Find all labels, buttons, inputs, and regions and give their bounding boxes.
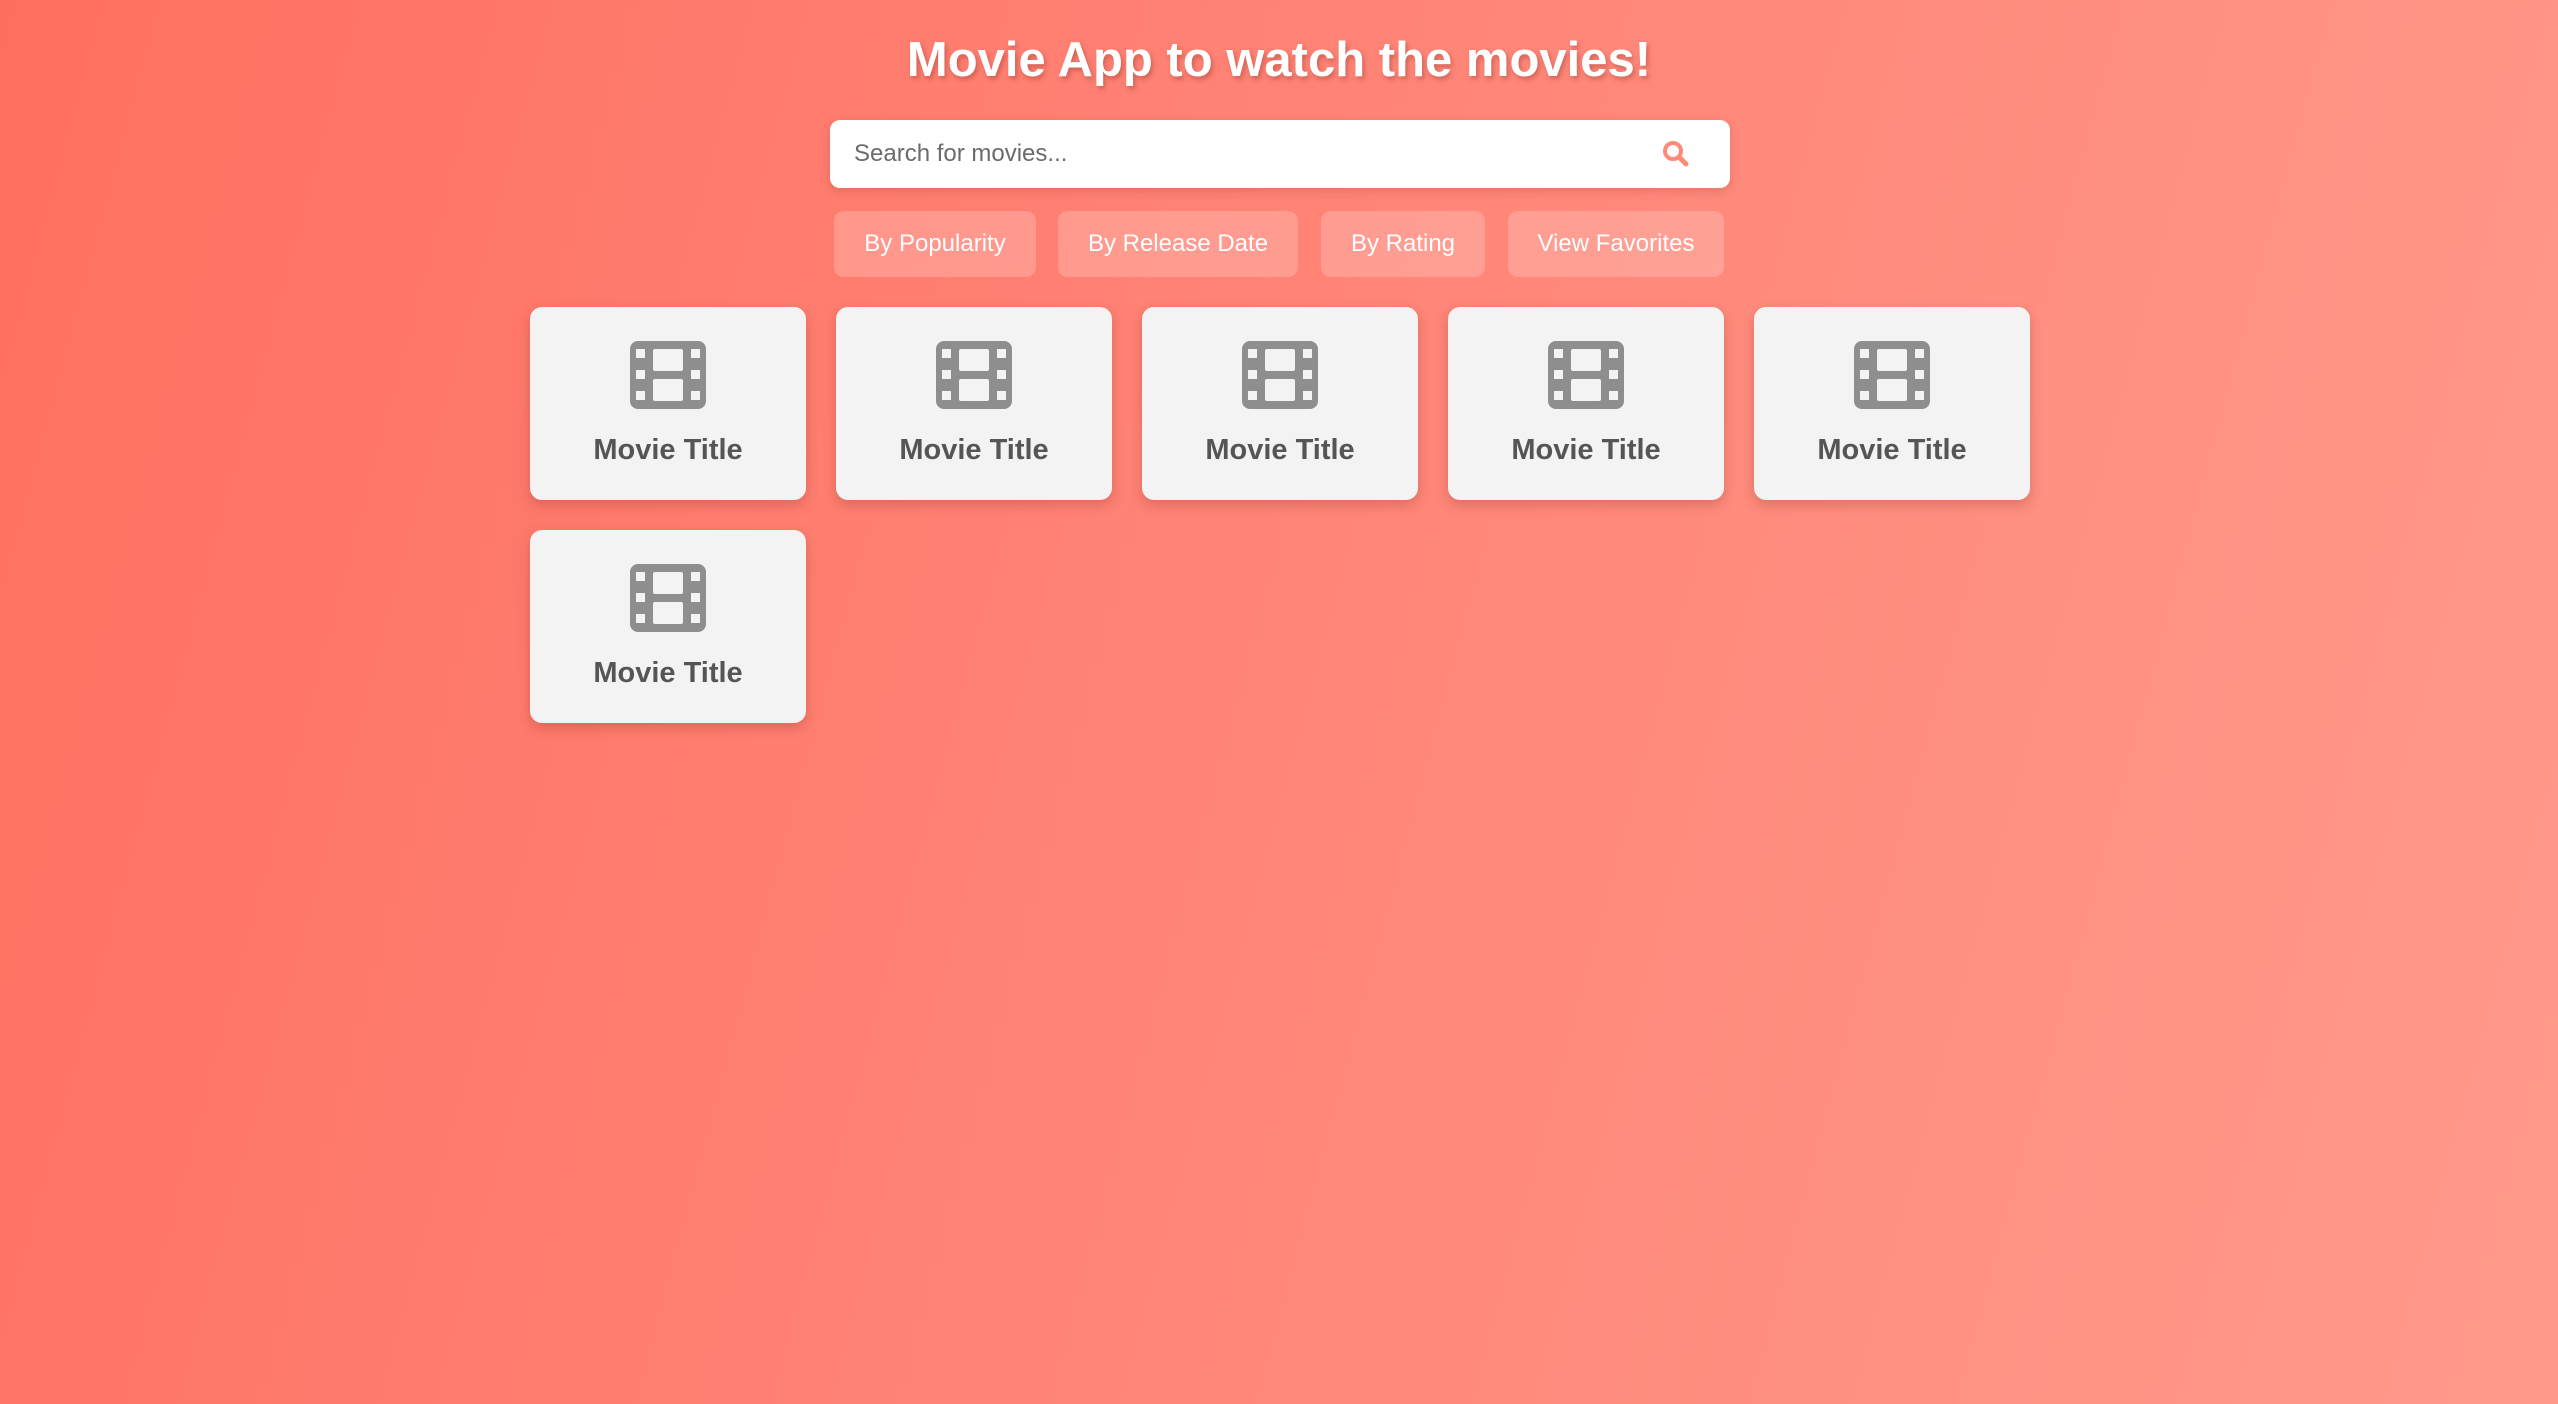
search-icon[interactable] xyxy=(1658,136,1694,172)
film-icon xyxy=(1548,341,1624,409)
movie-card[interactable]: Movie Title xyxy=(530,307,806,500)
movie-title: Movie Title xyxy=(899,434,1049,466)
search-input[interactable] xyxy=(854,120,1634,188)
filter-by-release-date-button[interactable]: By Release Date xyxy=(1058,211,1298,277)
movie-title: Movie Title xyxy=(1205,434,1355,466)
movie-card[interactable]: Movie Title xyxy=(1142,307,1418,500)
film-icon xyxy=(936,341,1012,409)
movie-title: Movie Title xyxy=(593,657,743,689)
view-favorites-button[interactable]: View Favorites xyxy=(1508,211,1724,277)
movie-card[interactable]: Movie Title xyxy=(1754,307,2030,500)
filter-by-popularity-button[interactable]: By Popularity xyxy=(834,211,1036,277)
movie-title: Movie Title xyxy=(1817,434,1967,466)
movie-card[interactable]: Movie Title xyxy=(530,530,806,723)
movie-title: Movie Title xyxy=(593,434,743,466)
page-title: Movie App to watch the movies! xyxy=(906,33,1652,87)
movie-app: Movie App to watch the movies! By Popula… xyxy=(0,0,2558,1404)
movie-card[interactable]: Movie Title xyxy=(836,307,1112,500)
film-icon xyxy=(1854,341,1930,409)
filter-by-rating-button[interactable]: By Rating xyxy=(1321,211,1485,277)
film-icon xyxy=(630,341,706,409)
search-bar xyxy=(830,120,1730,188)
film-icon xyxy=(1242,341,1318,409)
movie-title: Movie Title xyxy=(1511,434,1661,466)
movie-card[interactable]: Movie Title xyxy=(1448,307,1724,500)
film-icon xyxy=(630,564,706,632)
